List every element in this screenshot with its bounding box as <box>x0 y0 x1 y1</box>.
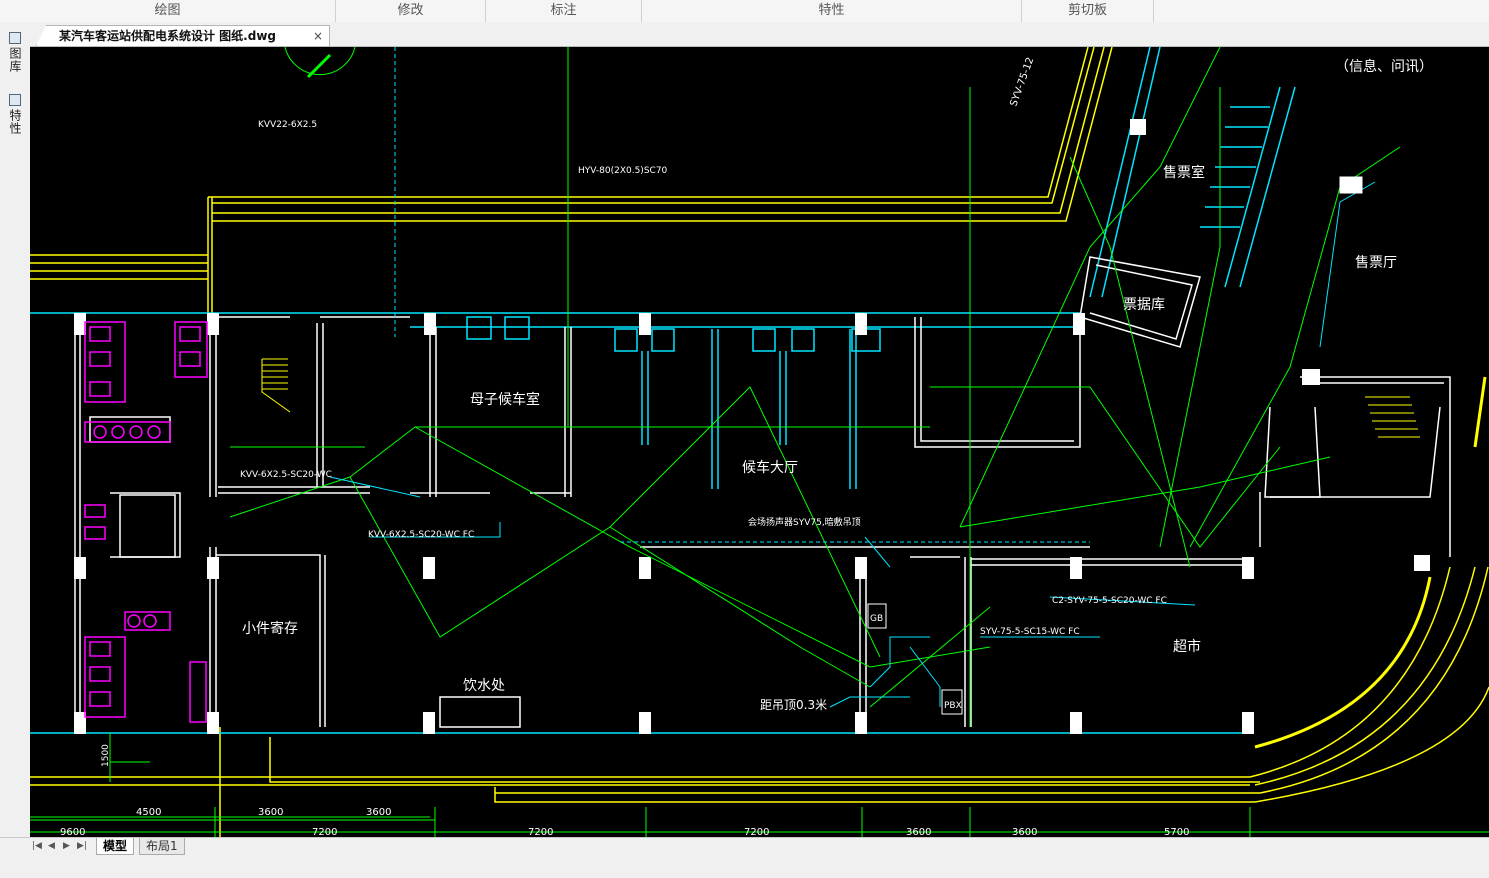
dim-9600: 9600 <box>60 827 85 837</box>
side-tab-properties[interactable]: 特性 <box>6 94 24 135</box>
tab-layout1[interactable]: 布局1 <box>139 838 185 855</box>
dim-3600-d: 3600 <box>1012 827 1037 837</box>
room-label-waiting-hall: 候车大厅 <box>742 459 798 476</box>
room-label-mother-child: 母子候车室 <box>470 391 540 408</box>
close-icon[interactable]: × <box>313 26 323 46</box>
side-panel: 图库 特性 <box>0 22 31 837</box>
dim-5700: 5700 <box>1164 827 1189 837</box>
room-label-info: （信息、问讯） <box>1335 58 1433 75</box>
dim-7200-c: 7200 <box>744 827 769 837</box>
side-tab-library[interactable]: 图库 <box>6 32 24 73</box>
outer-walls <box>30 47 1489 837</box>
cable-label-syv5: SYV-75-5-SC15-WC FC <box>980 627 1080 637</box>
cyan-wiring <box>329 47 1376 708</box>
dim-3600-a: 3600 <box>258 807 283 818</box>
pbx-label: PBX <box>944 701 962 711</box>
cable-label-kvv-fc: KVV-6X2.5-SC20-WC FC <box>368 530 474 540</box>
document-tab[interactable]: 某汽车客运站供配电系统设计 图纸.dwg × <box>36 25 330 46</box>
ribbon-group-draw[interactable]: 绘图 <box>0 0 336 22</box>
room-label-ticket-room: 售票室 <box>1163 164 1205 181</box>
dim-3600-b: 3600 <box>366 807 391 818</box>
library-icon <box>9 32 21 44</box>
dim-3600-c: 3600 <box>906 827 931 837</box>
cyan-walls <box>30 47 1296 734</box>
room-labels: 母子候车室 候车大厅 售票室 售票厅 票据库 小件寄存 饮水处 超市 （信息、问… <box>242 58 1433 694</box>
ribbon-group-annotate[interactable]: 标注 <box>486 0 642 22</box>
cad-drawing: 母子候车室 候车大厅 售票室 售票厅 票据库 小件寄存 饮水处 超市 （信息、问… <box>30 47 1489 837</box>
room-label-supermarket: 超市 <box>1173 638 1201 655</box>
ribbon-group-properties[interactable]: 特性 <box>642 0 1022 22</box>
nav-last-button[interactable]: ▶| <box>77 841 87 851</box>
document-tab-title: 某汽车客运站供配电系统设计 图纸.dwg <box>59 29 277 43</box>
wiring <box>30 47 1401 818</box>
gb-label: GB <box>870 614 883 624</box>
ceiling-label: 距吊顶0.3米 <box>760 698 827 712</box>
cable-label-kvv-wc: KVV-6X2.5-SC20-WC <box>240 470 332 480</box>
status-bar: |◀ ◀ ▶ ▶| 模型 布局1 <box>0 837 1489 878</box>
cable-label-c2: C2-SYV-75-5-SC20-WC FC <box>1052 596 1167 606</box>
nav-prev-button[interactable]: ◀ <box>48 841 55 851</box>
dim-7200-b: 7200 <box>528 827 553 837</box>
room-label-luggage: 小件寄存 <box>242 620 298 637</box>
room-label-ticket-hall: 售票厅 <box>1355 255 1397 271</box>
sanitary-fixtures <box>84 321 208 723</box>
cable-label-syv-top: SYV-75-12 <box>1008 56 1036 108</box>
dim-7200-a: 7200 <box>312 827 337 837</box>
room-label-drinking: 饮水处 <box>463 678 505 694</box>
nav-next-button[interactable]: ▶ <box>63 841 70 851</box>
document-tab-bar: 某汽车客运站供配电系统设计 图纸.dwg × <box>30 22 1489 47</box>
circle-arc <box>284 47 356 76</box>
dim-label-1500: 1500 <box>101 744 111 767</box>
annotations: KVV22-6X2.5 HYV-80(2X0.5)SC70 KVV-6X2.5-… <box>101 56 1167 767</box>
cable-label-kvv22: KVV22-6X2.5 <box>258 120 317 130</box>
ribbon-group-clipboard[interactable]: 剪切板 <box>1022 0 1154 22</box>
room-label-ticket-store: 票据库 <box>1123 297 1165 313</box>
broadcast-label: 会场扬声器SYV75,暗敷吊顶 <box>748 516 861 528</box>
dim-4500: 4500 <box>136 807 161 818</box>
device-symbols <box>867 176 1363 715</box>
drawing-canvas[interactable]: 母子候车室 候车大厅 售票室 售票厅 票据库 小件寄存 饮水处 超市 （信息、问… <box>30 47 1489 837</box>
properties-icon <box>9 94 21 106</box>
ribbon-bar: 绘图 修改 标注 特性 剪切板 <box>0 0 1489 23</box>
cable-label-hyv: HYV-80(2X0.5)SC70 <box>578 166 668 176</box>
tab-model[interactable]: 模型 <box>96 838 135 855</box>
nav-first-button[interactable]: |◀ <box>32 841 42 851</box>
ribbon-group-modify[interactable]: 修改 <box>336 0 486 22</box>
